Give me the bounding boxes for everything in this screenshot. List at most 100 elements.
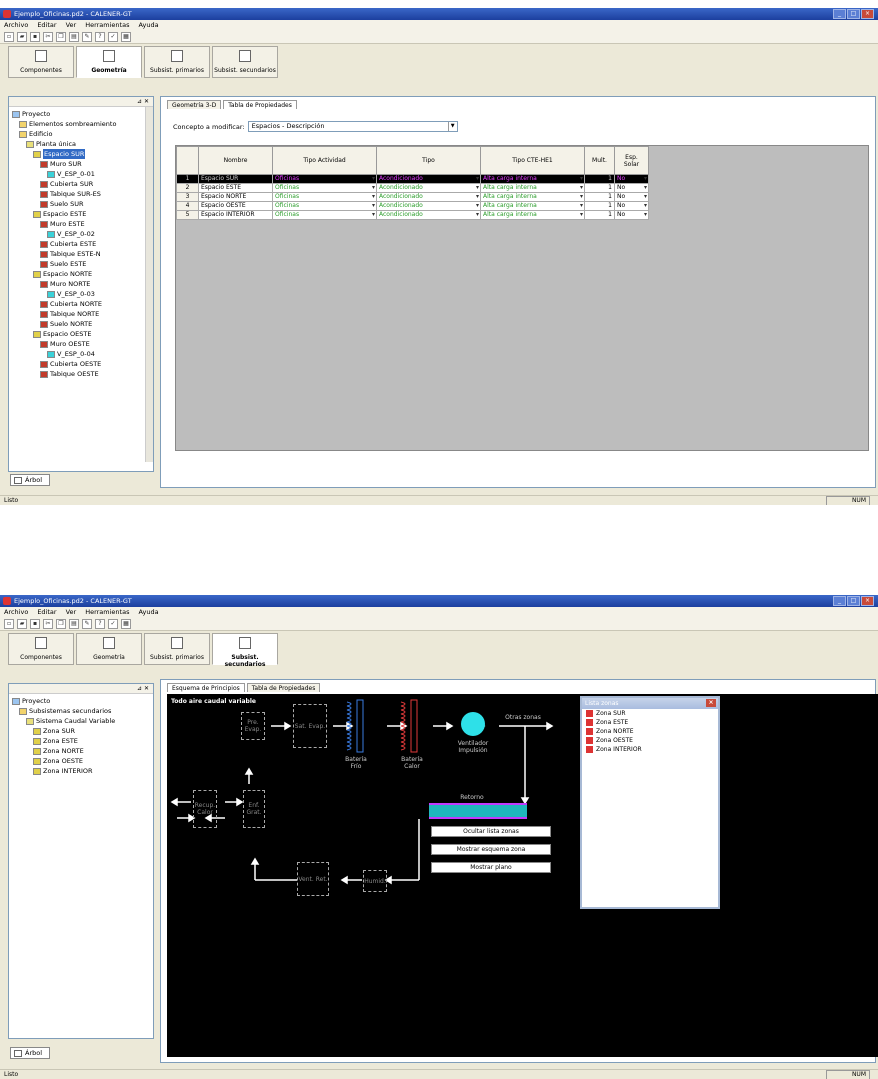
tree-item[interactable]: Edificio bbox=[12, 129, 150, 139]
table-cell[interactable]: Espacio INTERIOR bbox=[198, 210, 273, 220]
mostrar-plano-button[interactable]: Mostrar plano bbox=[431, 862, 551, 873]
table-cell[interactable]: Alta carga interna bbox=[480, 183, 585, 193]
table-cell[interactable]: Acondicionado bbox=[376, 210, 481, 220]
table-cell[interactable]: Oficinas bbox=[272, 183, 377, 193]
zone-list-item[interactable]: Zona OESTE bbox=[582, 736, 718, 745]
table-row[interactable]: 4Espacio OESTEOficinasAcondicionadoAlta … bbox=[176, 201, 649, 211]
tab-geometria-3d[interactable]: Geometría 3-D bbox=[167, 100, 222, 109]
calculate-icon[interactable]: ▦ bbox=[121, 619, 131, 629]
minimize-button[interactable]: _ bbox=[833, 596, 846, 606]
module-componentes[interactable]: Componentes bbox=[8, 633, 74, 665]
new-file-icon[interactable]: ▫ bbox=[4, 32, 14, 42]
tree-item[interactable]: Espacio OESTE bbox=[12, 329, 150, 339]
tree-item[interactable]: Elementos sombreamiento bbox=[12, 119, 150, 129]
new-file-icon[interactable]: ▫ bbox=[4, 619, 14, 629]
table-cell[interactable]: Oficinas bbox=[272, 174, 377, 184]
table-cell[interactable]: 1 bbox=[584, 183, 615, 193]
tree-item[interactable]: Muro SUR bbox=[12, 159, 150, 169]
tree-item[interactable]: Cubierta ESTE bbox=[12, 239, 150, 249]
table-cell[interactable]: Acondicionado bbox=[376, 183, 481, 193]
table-cell[interactable]: Oficinas bbox=[272, 192, 377, 202]
tree-item[interactable]: Espacio ESTE bbox=[12, 209, 150, 219]
tree-item[interactable]: Subsistemas secundarios bbox=[12, 706, 150, 716]
tab-arbol[interactable]: Árbol bbox=[10, 1047, 50, 1059]
tree-item[interactable]: Proyecto bbox=[12, 109, 150, 119]
module-subsist-secundarios[interactable]: Subsist. secundarios bbox=[212, 633, 278, 668]
tree-item[interactable]: Tabique NORTE bbox=[12, 309, 150, 319]
module-componentes[interactable]: Componentes bbox=[8, 46, 74, 78]
tab-tabla-propiedades[interactable]: Tabla de Propiedades bbox=[223, 100, 297, 109]
check-icon[interactable]: ✓ bbox=[108, 32, 118, 42]
table-row[interactable]: 3Espacio NORTEOficinasAcondicionadoAlta … bbox=[176, 192, 649, 202]
table-cell[interactable]: Espacio ESTE bbox=[198, 183, 273, 193]
menu-archivo[interactable]: Archivo bbox=[4, 20, 28, 30]
tree-item[interactable]: V_ESP_0-02 bbox=[12, 229, 150, 239]
menu-herramientas[interactable]: Herramientas bbox=[85, 607, 129, 617]
table-cell[interactable]: Oficinas bbox=[272, 201, 377, 211]
tab-esquema-principios[interactable]: Esquema de Principios bbox=[167, 683, 245, 692]
pre-evap-box[interactable]: Pre. Evap. bbox=[241, 712, 265, 740]
tree-item[interactable]: Sistema Caudal Variable bbox=[12, 716, 150, 726]
table-cell[interactable]: 1 bbox=[584, 210, 615, 220]
close-button[interactable]: × bbox=[861, 9, 874, 19]
menu-herramientas[interactable]: Herramientas bbox=[85, 20, 129, 30]
tree-item[interactable]: Cubierta OESTE bbox=[12, 359, 150, 369]
tree-item[interactable]: Zona SUR bbox=[12, 726, 150, 736]
table-row[interactable]: 2Espacio ESTEOficinasAcondicionadoAlta c… bbox=[176, 183, 649, 193]
zone-list-item[interactable]: Zona ESTE bbox=[582, 718, 718, 727]
paste-icon[interactable]: ▤ bbox=[69, 32, 79, 42]
table-cell[interactable]: Alta carga interna bbox=[480, 174, 585, 184]
tree-item[interactable]: Planta única bbox=[12, 139, 150, 149]
module-subsist-secundarios[interactable]: Subsist. secundarios bbox=[212, 46, 278, 78]
edit-icon[interactable]: ✎ bbox=[82, 619, 92, 629]
table-cell[interactable]: No bbox=[614, 210, 649, 220]
sat-evap-box[interactable]: Sat. Evap. bbox=[293, 704, 327, 748]
save-icon[interactable]: ▪ bbox=[30, 619, 40, 629]
table-cell[interactable]: No bbox=[614, 174, 649, 184]
tree-item[interactable]: Cubierta NORTE bbox=[12, 299, 150, 309]
table-cell[interactable]: 1 bbox=[584, 201, 615, 211]
module-subsist-primarios[interactable]: Subsist. primarios bbox=[144, 633, 210, 665]
tree-item[interactable]: Zona NORTE bbox=[12, 746, 150, 756]
menu-ayuda[interactable]: Ayuda bbox=[138, 20, 158, 30]
table-cell[interactable]: Acondicionado bbox=[376, 192, 481, 202]
column-header[interactable]: Esp. Solar bbox=[614, 146, 649, 175]
copy-icon[interactable]: ❐ bbox=[56, 619, 66, 629]
tree-item[interactable]: Zona OESTE bbox=[12, 756, 150, 766]
table-cell[interactable]: Alta carga interna bbox=[480, 201, 585, 211]
table-cell[interactable]: Espacio NORTE bbox=[198, 192, 273, 202]
table-cell[interactable]: Espacio SUR bbox=[198, 174, 273, 184]
tree-item[interactable]: Muro OESTE bbox=[12, 339, 150, 349]
tree-item[interactable]: Proyecto bbox=[12, 696, 150, 706]
edit-icon[interactable]: ✎ bbox=[82, 32, 92, 42]
cut-icon[interactable]: ✂ bbox=[43, 619, 53, 629]
tree-item[interactable]: Muro NORTE bbox=[12, 279, 150, 289]
tree-item[interactable]: Espacio NORTE bbox=[12, 269, 150, 279]
ocultar-lista-zonas-button[interactable]: Ocultar lista zonas bbox=[431, 826, 551, 837]
table-cell[interactable]: No bbox=[614, 183, 649, 193]
menu-editar[interactable]: Editar bbox=[37, 607, 56, 617]
tree-item[interactable]: V_ESP_0-01 bbox=[12, 169, 150, 179]
tab-tabla-propiedades[interactable]: Tabla de Propiedades bbox=[246, 683, 321, 692]
table-cell[interactable]: Oficinas bbox=[272, 210, 377, 220]
maximize-button[interactable]: □ bbox=[847, 596, 860, 606]
zone-list-item[interactable]: Zona INTERIOR bbox=[582, 745, 718, 754]
menu-ver[interactable]: Ver bbox=[66, 607, 77, 617]
concept-dropdown[interactable]: Espacios - Descripción ▼ bbox=[247, 121, 458, 132]
tree-scrollbar[interactable] bbox=[145, 107, 153, 462]
copy-icon[interactable]: ❐ bbox=[56, 32, 66, 42]
open-folder-icon[interactable]: ▰ bbox=[17, 619, 27, 629]
maximize-button[interactable]: □ bbox=[847, 9, 860, 19]
tree-item[interactable]: Suelo SUR bbox=[12, 199, 150, 209]
table-cell[interactable]: No bbox=[614, 192, 649, 202]
column-header[interactable]: Tipo Actividad bbox=[272, 146, 377, 175]
humid-box[interactable]: Humid. bbox=[363, 870, 387, 892]
enf-grat-box[interactable]: Enf. Grat. bbox=[243, 790, 265, 828]
minimize-button[interactable]: _ bbox=[833, 9, 846, 19]
column-header[interactable]: Tipo CTE-HE1 bbox=[480, 146, 585, 175]
column-header[interactable] bbox=[176, 146, 199, 175]
table-row[interactable]: 5Espacio INTERIOROficinasAcondicionadoAl… bbox=[176, 210, 649, 220]
check-icon[interactable]: ✓ bbox=[108, 619, 118, 629]
table-cell[interactable]: Acondicionado bbox=[376, 201, 481, 211]
open-folder-icon[interactable]: ▰ bbox=[17, 32, 27, 42]
